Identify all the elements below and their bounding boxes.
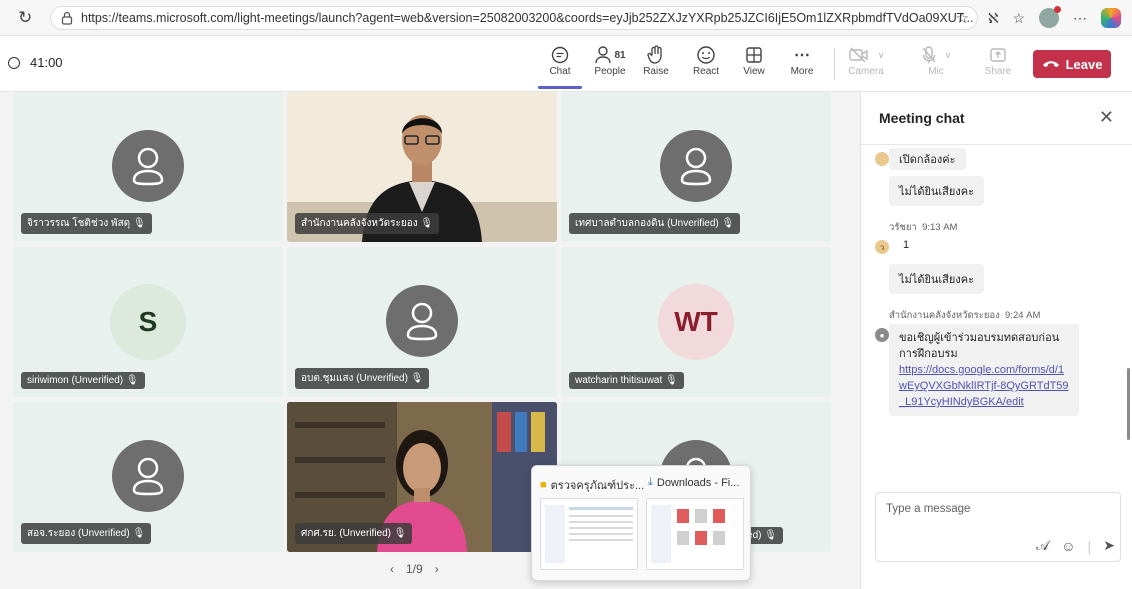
participant-name: เทศบาลตำบลกองดิน (Unverified) 🎙︎	[569, 213, 741, 234]
people-icon	[595, 46, 612, 64]
sender-avatar	[875, 152, 889, 166]
copilot-icon[interactable]	[1101, 8, 1121, 28]
download-icon: ⤓	[648, 476, 653, 488]
message-compose-box[interactable]: Type a message 𝒜 ☺ | ➤	[875, 492, 1121, 562]
message-meta: วรัชยา 9:13 AM	[889, 222, 958, 233]
participant-tile-video[interactable]: ศกศ.รย. (Unverified) 🎙︎	[287, 402, 557, 552]
meeting-timer: 41:00	[8, 55, 63, 70]
compose-placeholder: Type a message	[886, 503, 971, 515]
participant-tile[interactable]: อบต.ชุมแสง (Unverified) 🎙︎	[287, 247, 557, 397]
participant-tile[interactable]: จิราวรรณ โชติช่วง พัสดุ 🎙︎	[13, 92, 283, 242]
chat-title: Meeting chat	[879, 110, 965, 126]
shield-icon	[8, 56, 20, 69]
site-info-icon[interactable]	[61, 11, 73, 25]
chat-button[interactable]: Chat	[538, 44, 582, 89]
share-icon	[976, 44, 1020, 66]
participant-name: สอจ.ระยอง (Unverified) 🎙︎	[21, 523, 152, 544]
window-thumbnail[interactable]	[646, 498, 744, 570]
chat-message: ไม่ได้ยินเสียงคะ	[889, 264, 984, 294]
gallery-pager: ‹ 1/9 ›	[390, 562, 439, 576]
form-link[interactable]: https://docs.google.com/forms/d/1wEyQVXG…	[899, 362, 1069, 410]
participant-name: อบต.ชุมแสง (Unverified) 🎙︎	[295, 368, 430, 389]
chat-icon	[538, 44, 582, 66]
share-button[interactable]: Share	[976, 44, 1020, 77]
send-icon[interactable]: ➤	[1103, 537, 1115, 554]
page-indicator: 1/9	[406, 562, 423, 576]
close-icon[interactable]: ✕	[1099, 107, 1114, 128]
timer-text: 41:00	[30, 55, 63, 70]
participant-name: ศกศ.รย. (Unverified) 🎙︎	[295, 523, 413, 544]
participant-name: watcharin thitisuwat 🎙︎	[569, 372, 684, 389]
hang-up-icon	[1042, 61, 1059, 67]
camera-chevron-icon[interactable]: ∨	[878, 50, 885, 61]
sender-avatar: ●	[875, 328, 889, 342]
view-button[interactable]: View	[732, 44, 776, 77]
participant-name: จิราวรรณ โชติช่วง พัสดุ 🎙︎	[21, 213, 152, 234]
participant-tile-video[interactable]: สำนักงานคลังจังหวัดระยอง 🎙︎	[287, 92, 557, 242]
browser-toolbar: ↻ https://teams.microsoft.com/light-meet…	[0, 0, 1132, 36]
format-icon[interactable]: 𝒜	[1036, 537, 1049, 554]
message-meta: สำนักงานคลังจังหวัดระยอง 9:24 AM	[889, 310, 1041, 321]
default-avatar-icon	[660, 130, 732, 202]
people-count: 81	[614, 49, 626, 61]
toolbar-divider	[834, 48, 835, 80]
chat-message: เปิดกล้องค่ะ	[889, 148, 966, 170]
reload-icon[interactable]: ↻	[18, 8, 32, 28]
mic-off-icon: ∨	[914, 44, 958, 66]
emoji-icon[interactable]: ☺	[1061, 538, 1075, 554]
raise-hand-button[interactable]: Raise	[634, 44, 678, 77]
participant-tile[interactable]: สอจ.ระยอง (Unverified) 🎙︎	[13, 402, 283, 552]
address-bar[interactable]: https://teams.microsoft.com/light-meetin…	[50, 6, 978, 30]
folder-icon: ■	[540, 479, 547, 491]
favorites-icon[interactable]: ☆	[1012, 10, 1025, 27]
divider	[861, 144, 1132, 145]
favorite-star-icon[interactable]: ☆	[956, 9, 969, 27]
default-avatar-icon	[112, 130, 184, 202]
camera-button[interactable]: ∨ Camera	[844, 44, 888, 77]
people-button[interactable]: 81 People	[588, 44, 632, 77]
more-button[interactable]: ⋯ More	[780, 44, 824, 77]
preview-item-label: ■ ตรวจครุภัณฑ์ประ...	[540, 479, 645, 492]
hand-icon	[634, 44, 678, 66]
participant-name: siriwimon (Unverified) 🎙︎	[21, 372, 145, 389]
chat-message: 1	[903, 239, 910, 251]
divider: |	[1087, 537, 1092, 554]
participant-name: สำนักงานคลังจังหวัดระยอง 🎙︎	[295, 213, 440, 234]
next-page-button[interactable]: ›	[435, 562, 439, 576]
sender-avatar: ว	[875, 240, 889, 254]
meeting-toolbar: 41:00 Chat 81 People Raise React View ⋯ …	[0, 36, 1132, 92]
initials-avatar: S	[110, 284, 186, 360]
prev-page-button[interactable]: ‹	[390, 562, 394, 576]
leave-button[interactable]: Leave	[1033, 50, 1111, 78]
default-avatar-icon	[112, 440, 184, 512]
url-text: https://teams.microsoft.com/light-meetin…	[81, 11, 974, 25]
participant-tile[interactable]: S siriwimon (Unverified) 🎙︎	[13, 247, 283, 397]
chat-message: ขอเชิญผู้เข้าร่วมอบรมทดสอบก่อนการฝึกอบรม…	[889, 324, 1079, 416]
participant-tile[interactable]: WT watcharin thitisuwat 🎙︎	[561, 247, 831, 397]
profile-avatar[interactable]	[1039, 6, 1061, 28]
grid-view-icon	[732, 44, 776, 66]
read-aloud-icon[interactable]: ℵ	[988, 10, 998, 27]
chat-panel: Meeting chat ✕ เปิดกล้องค่ะ ไม่ได้ยินเสี…	[860, 92, 1132, 589]
window-thumbnail[interactable]	[540, 498, 638, 570]
mic-button[interactable]: ∨ Mic	[914, 44, 958, 77]
initials-avatar: WT	[658, 284, 734, 360]
more-menu-icon[interactable]: ⋯	[1073, 10, 1087, 27]
participant-tile[interactable]: เทศบาลตำบลกองดิน (Unverified) 🎙︎	[561, 92, 831, 242]
chat-message: ไม่ได้ยินเสียงคะ	[889, 176, 984, 206]
preview-item-label: ⤓ Downloads - Fi...	[648, 476, 740, 489]
react-button[interactable]: React	[684, 44, 728, 77]
taskbar-preview: ■ ตรวจครุภัณฑ์ประ... ⤓ Downloads - Fi...	[531, 465, 751, 581]
chat-scrollbar[interactable]	[1127, 368, 1130, 440]
more-dots-icon: ⋯	[794, 47, 810, 64]
mic-chevron-icon[interactable]: ∨	[945, 50, 952, 61]
smiley-icon	[684, 44, 728, 66]
default-avatar-icon	[386, 285, 458, 357]
camera-off-icon: ∨	[844, 44, 888, 66]
